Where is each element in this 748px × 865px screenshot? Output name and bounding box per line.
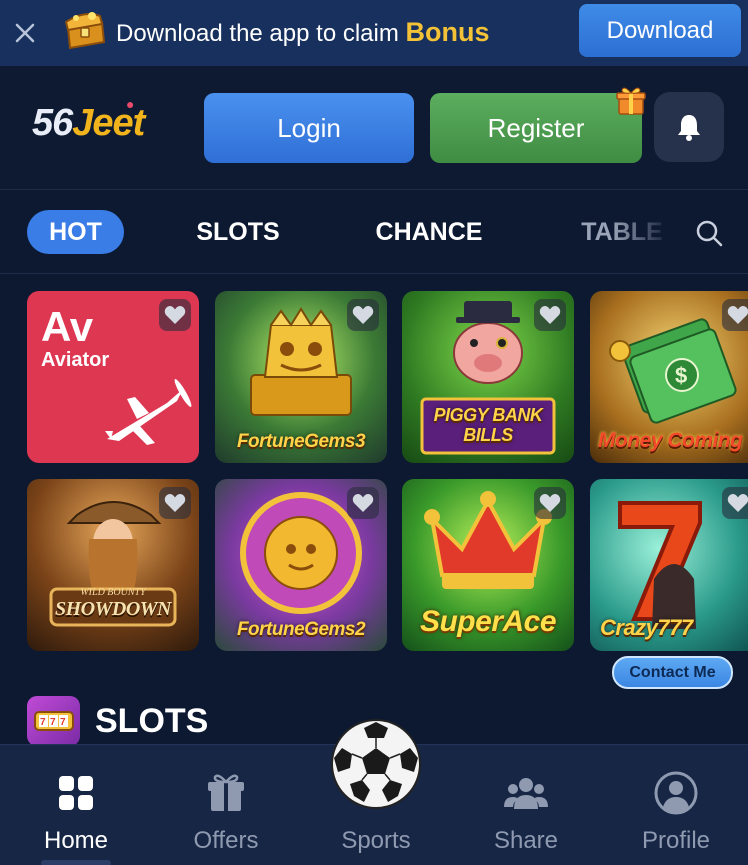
favorite-button[interactable] <box>722 299 748 331</box>
soccer-ball-icon[interactable] <box>330 718 422 810</box>
svg-text:7: 7 <box>40 717 46 728</box>
active-indicator <box>41 860 111 865</box>
home-grid-icon <box>59 776 93 810</box>
tab-chance[interactable]: CHANCE <box>362 210 496 254</box>
nav-profile[interactable]: Profile <box>601 745 748 865</box>
nav-offers[interactable]: Offers <box>151 745 301 865</box>
banner-message: Download the app to claim Bonus <box>116 17 490 47</box>
game-name: FortuneGems3 <box>236 431 366 452</box>
bell-icon <box>678 115 700 141</box>
svg-text:7: 7 <box>60 717 66 728</box>
site-header: 56Jeet ● Login Register <box>0 66 748 190</box>
heart-icon <box>164 494 186 512</box>
favorite-button[interactable] <box>534 487 566 519</box>
game-name: PIGGY BANK BILLS <box>433 405 543 445</box>
favorite-button[interactable] <box>534 299 566 331</box>
game-tile-wild-bounty-showdown[interactable]: WILD BOUNTY SHOWDOWN <box>27 479 199 651</box>
game-name: SHOWDOWN <box>54 598 172 620</box>
gift-badge-icon <box>616 87 646 115</box>
category-tabs: HOT SLOTS CHANCE TABLE <box>0 190 748 274</box>
nav-label: Share <box>493 827 559 854</box>
tab-hot[interactable]: HOT <box>27 210 124 254</box>
download-banner: Download the app to claim Bonus Download <box>0 0 748 66</box>
svg-text:$: $ <box>675 363 687 388</box>
game-tile-crazy-777[interactable]: Crazy777 <box>590 479 748 651</box>
game-name: Money Coming <box>598 429 743 452</box>
download-button[interactable]: Download <box>579 4 741 57</box>
game-name: Crazy777 <box>600 615 693 640</box>
favorite-button[interactable] <box>347 299 379 331</box>
nav-share[interactable]: Share <box>451 745 601 865</box>
contact-me-button[interactable]: Contact Me <box>612 656 733 689</box>
search-icon[interactable] <box>694 218 724 248</box>
heart-icon <box>727 494 748 512</box>
nav-label: Home <box>43 827 109 854</box>
tab-table[interactable]: TABLE <box>572 210 672 254</box>
game-name: SuperAce <box>419 605 557 638</box>
game-tile-piggy-bank-bills[interactable]: PIGGY BANK BILLS <box>402 291 574 463</box>
heart-icon <box>539 494 561 512</box>
game-tile-super-ace[interactable]: SuperAce <box>402 479 574 651</box>
nav-label: Offers <box>193 827 259 854</box>
logo-mascot-icon: ● <box>126 96 135 112</box>
game-subtitle: WILD BOUNTY <box>80 587 146 598</box>
favorite-button[interactable] <box>159 487 191 519</box>
favorite-button[interactable] <box>159 299 191 331</box>
profile-icon <box>654 771 698 815</box>
login-button[interactable]: Login <box>204 93 414 163</box>
favorite-button[interactable] <box>347 487 379 519</box>
share-people-icon <box>504 778 548 809</box>
heart-icon <box>352 494 374 512</box>
bonus-label: Bonus <box>405 17 490 47</box>
section-title: SLOTS <box>95 702 209 740</box>
heart-icon <box>539 306 561 324</box>
heart-icon <box>164 306 186 324</box>
heart-icon <box>352 306 374 324</box>
game-name: FortuneGems2 <box>236 619 366 640</box>
heart-icon <box>727 306 748 324</box>
game-tile-fortune-gems-3[interactable]: FortuneGems3 <box>215 291 387 463</box>
site-logo[interactable]: 56Jeet ● <box>32 96 145 145</box>
slot-machine-icon: 7 7 7 <box>27 696 80 746</box>
favorite-button[interactable] <box>722 487 748 519</box>
close-icon[interactable] <box>12 20 38 46</box>
nav-label: Profile <box>641 827 711 854</box>
tab-slots[interactable]: SLOTS <box>186 210 290 254</box>
register-button[interactable]: Register <box>430 93 642 163</box>
game-tile-aviator[interactable]: Av Aviator <box>27 291 199 463</box>
svg-text:7: 7 <box>50 717 56 728</box>
nav-label: Sports <box>341 827 411 854</box>
game-tile-money-coming[interactable]: $ Money Coming <box>590 291 748 463</box>
nav-home[interactable]: Home <box>1 745 151 865</box>
notifications-button[interactable] <box>654 92 724 162</box>
treasure-chest-icon <box>64 12 106 50</box>
game-tile-fortune-gems-2[interactable]: FortuneGems2 <box>215 479 387 651</box>
gift-icon <box>208 774 244 811</box>
